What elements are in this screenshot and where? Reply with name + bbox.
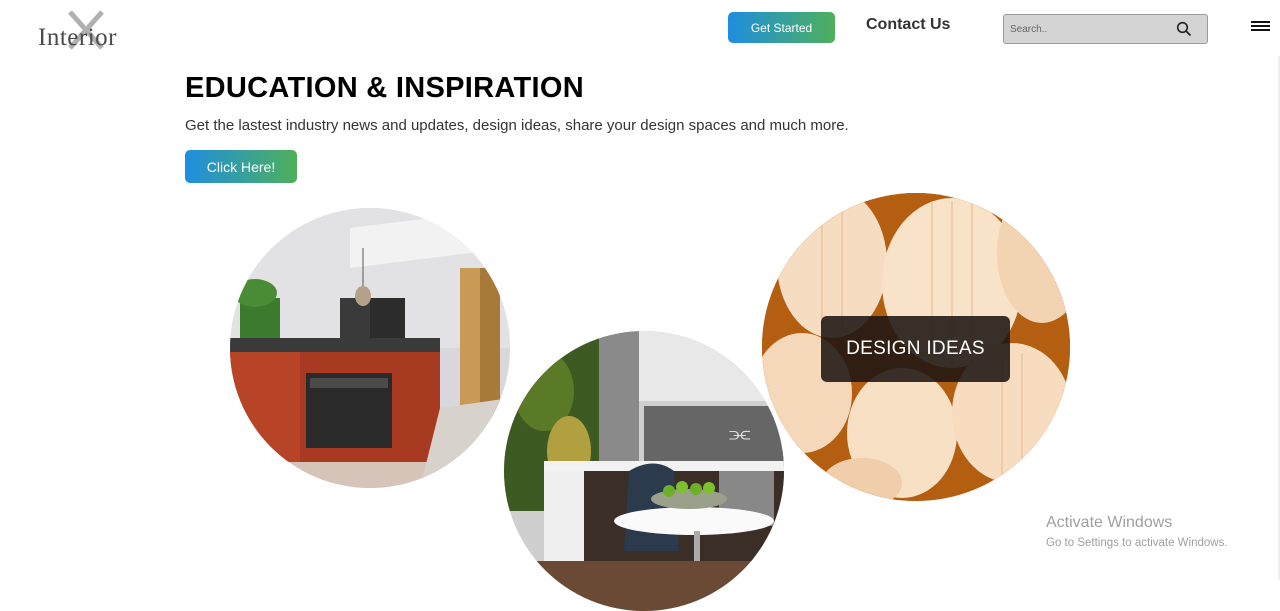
kitchen-image[interactable] <box>230 208 510 488</box>
search-box <box>1003 14 1208 44</box>
click-here-button[interactable]: Click Here! <box>185 150 297 183</box>
search-input[interactable] <box>1010 21 1170 37</box>
design-ideas-label[interactable]: DESIGN IDEAS <box>821 316 1010 382</box>
svg-text:⫘: ⫘ <box>729 420 751 447</box>
logo[interactable]: Interior <box>36 10 128 54</box>
get-started-button[interactable]: Get Started <box>728 12 835 43</box>
kitchen-red-cabinets-image <box>230 208 510 488</box>
activate-windows-subtitle: Go to Settings to activate Windows. <box>1046 537 1228 549</box>
dining-image[interactable]: ⫘ <box>504 331 784 611</box>
kitchen-dining-table-image: ⫘ <box>504 331 784 611</box>
page-subtext: Get the lastest industry news and update… <box>185 117 849 134</box>
contact-us-link[interactable]: Contact Us <box>866 16 950 34</box>
page-heading: EDUCATION & INSPIRATION <box>185 72 584 104</box>
hamburger-menu-icon[interactable] <box>1251 21 1270 33</box>
search-icon[interactable] <box>1176 21 1192 37</box>
logo-text: Interior <box>38 24 117 51</box>
activate-windows-title: Activate Windows <box>1046 514 1173 531</box>
